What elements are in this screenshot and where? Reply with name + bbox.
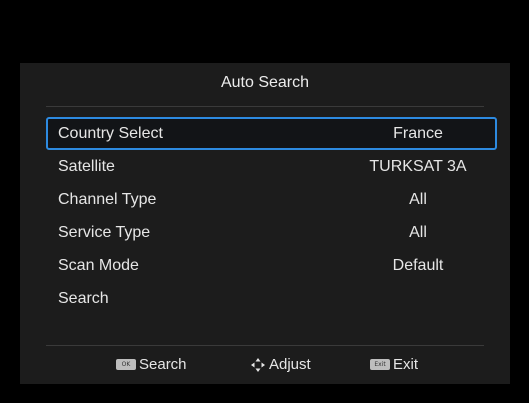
menu-item-value: All <box>409 190 427 208</box>
adjust-hint-label: Adjust <box>269 356 311 373</box>
footer-divider <box>46 345 484 346</box>
menu-item-value: Default <box>392 256 444 274</box>
menu-item-label: Scan Mode <box>58 256 139 274</box>
title-divider <box>46 106 484 107</box>
menu-item-label: Country Select <box>58 124 163 142</box>
search-hint[interactable]: OK Search <box>116 356 187 373</box>
menu-item-country-select[interactable]: Country Select France <box>46 117 497 150</box>
menu-item-value: France <box>393 124 443 142</box>
menu-item-label: Search <box>58 289 109 307</box>
ok-key-icon: OK <box>116 359 136 370</box>
adjust-hint[interactable]: Adjust <box>250 356 311 373</box>
search-hint-label: Search <box>139 356 187 373</box>
menu-item-scan-mode[interactable]: Scan Mode Default <box>46 249 497 282</box>
dpad-icon <box>251 357 265 372</box>
menu-item-label: Channel Type <box>58 190 157 208</box>
menu-item-value: All <box>409 223 427 241</box>
exit-hint[interactable]: Exit Exit <box>370 356 418 373</box>
exit-key-icon: Exit <box>370 359 390 370</box>
auto-search-dialog: Auto Search Country Select France Satell… <box>20 63 510 384</box>
tv-screen: Auto Search Country Select France Satell… <box>0 0 529 403</box>
menu-item-search[interactable]: Search <box>46 282 497 315</box>
menu-list: Country Select France Satellite TURKSAT … <box>46 117 497 315</box>
menu-item-channel-type[interactable]: Channel Type All <box>46 183 497 216</box>
dialog-title: Auto Search <box>220 74 310 91</box>
menu-item-satellite[interactable]: Satellite TURKSAT 3A <box>46 150 497 183</box>
exit-hint-label: Exit <box>393 356 419 373</box>
menu-item-value: TURKSAT 3A <box>369 157 467 175</box>
footer-hints: OK Search Adjust Exit Exit <box>20 349 510 381</box>
menu-item-service-type[interactable]: Service Type All <box>46 216 497 249</box>
menu-item-label: Service Type <box>58 223 151 241</box>
menu-item-label: Satellite <box>58 157 115 175</box>
